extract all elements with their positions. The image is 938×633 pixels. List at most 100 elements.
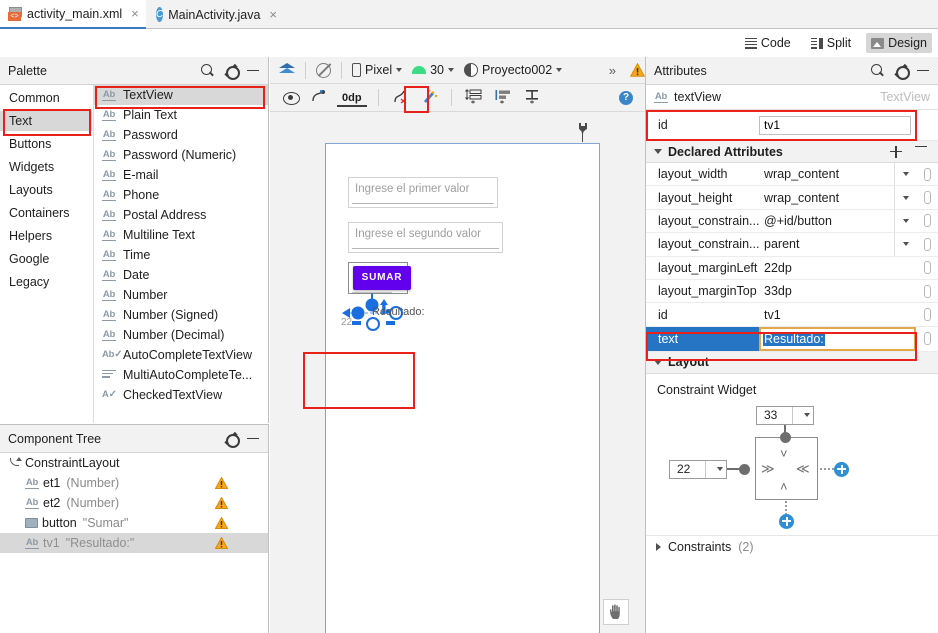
design-canvas[interactable]: Ingrese el primer valor Ingrese el segun… [270, 113, 645, 633]
attr-row-layout-constraint-2[interactable]: layout_constrain... parent [646, 233, 938, 257]
palette-category-containers[interactable]: Containers [0, 203, 92, 223]
minimize-icon[interactable] [247, 69, 259, 72]
palette-item-number[interactable]: Ab Number [94, 285, 268, 305]
add-bottom-constraint-button[interactable] [779, 513, 794, 529]
overflow-chevrons-icon[interactable]: » [609, 63, 620, 78]
attr-value[interactable]: @+id/button [759, 214, 894, 228]
gear-icon[interactable] [894, 64, 910, 80]
attr-value[interactable]: 33dp [759, 284, 916, 298]
device-selector[interactable]: Pixel [352, 63, 403, 77]
tree-node-constraintlayout[interactable]: ConstraintLayout [0, 453, 268, 473]
clear-constraints-icon[interactable] [311, 89, 326, 107]
close-icon[interactable]: × [131, 6, 139, 21]
palette-item-date[interactable]: Ab Date [94, 265, 268, 285]
palette-category-widgets[interactable]: Widgets [0, 157, 92, 177]
palette-category-layouts[interactable]: Layouts [0, 180, 92, 200]
device-preview[interactable]: Ingrese el primer valor Ingrese el segun… [325, 143, 600, 633]
chevron-down-icon[interactable] [894, 233, 916, 256]
palette-item-email[interactable]: Ab E-mail [94, 165, 268, 185]
declared-attributes-header[interactable]: Declared Attributes [646, 141, 938, 163]
resource-picker-icon[interactable] [916, 191, 938, 205]
guidelines-icon[interactable] [525, 89, 541, 107]
attr-row-layout-margintop[interactable]: layout_marginTop 33dp [646, 280, 938, 304]
palette-category-google[interactable]: Google [0, 249, 92, 269]
remove-attribute-icon[interactable] [915, 145, 927, 148]
edittext-et2[interactable]: Ingrese el segundo valor [348, 222, 503, 253]
resource-picker-icon[interactable] [916, 214, 938, 228]
resource-picker-icon[interactable] [916, 261, 938, 275]
chevron-down-icon[interactable] [894, 209, 916, 233]
add-right-constraint-button[interactable] [834, 461, 849, 477]
attr-value[interactable]: parent [759, 237, 894, 251]
constraints-section-header[interactable]: Constraints (2) [646, 534, 938, 559]
palette-item-postal-address[interactable]: Ab Postal Address [94, 205, 268, 225]
chevron-double-down-icon[interactable]: ˅ [780, 446, 788, 461]
palette-category-buttons[interactable]: Buttons [0, 134, 92, 154]
attr-value[interactable]: wrap_content [759, 167, 894, 181]
attr-row-layout-constraint-1[interactable]: layout_constrain... @+id/button [646, 209, 938, 234]
palette-item-password[interactable]: Ab Password [94, 125, 268, 145]
chevron-down-icon[interactable] [894, 186, 916, 209]
theme-selector[interactable]: Proyecto002 [464, 63, 563, 77]
attr-value-editing[interactable]: Resultado: [763, 331, 825, 346]
view-mode-design[interactable]: Design [866, 33, 932, 53]
add-attribute-icon[interactable] [890, 145, 902, 158]
default-margin-value[interactable]: 0dp [337, 92, 367, 107]
palette-item-multiautocompletetextview[interactable]: MultiAutoCompleteTe... [94, 365, 268, 385]
attr-value[interactable]: 22dp [759, 261, 916, 275]
search-icon[interactable] [871, 64, 884, 77]
margin-top-field[interactable]: 33 [756, 405, 814, 425]
palette-item-checkedtextview[interactable]: A✓ CheckedTextView [94, 385, 268, 405]
minimize-icon[interactable] [917, 69, 929, 72]
attr-row-layout-height[interactable]: layout_height wrap_content [646, 186, 938, 210]
view-mode-code[interactable]: Code [740, 33, 796, 53]
layout-section-header[interactable]: Layout [646, 351, 938, 374]
attr-value[interactable]: wrap_content [759, 191, 894, 205]
tab-activity-main-xml[interactable]: activity_main.xml × [0, 0, 146, 29]
view-options-icon[interactable] [283, 92, 300, 105]
tree-node-et2[interactable]: Ab et2 (Number) [0, 493, 268, 513]
no-blueprint-icon[interactable] [316, 62, 331, 78]
search-icon[interactable] [201, 64, 214, 77]
tree-node-button[interactable]: button "Sumar" [0, 513, 268, 533]
tab-mainactivity-java[interactable]: C MainActivity.java × [148, 0, 282, 29]
attr-row-id[interactable]: id tv1 [646, 303, 938, 327]
resource-picker-icon[interactable] [916, 167, 938, 181]
palette-item-number-signed[interactable]: Ab Number (Signed) [94, 305, 268, 325]
attr-value[interactable]: tv1 [759, 308, 916, 322]
palette-item-password-numeric[interactable]: Ab Password (Numeric) [94, 145, 268, 165]
margin-left-field[interactable]: 22 [669, 459, 727, 479]
chevron-down-icon[interactable] [705, 460, 726, 478]
pan-tool-button[interactable] [603, 599, 629, 625]
tree-node-tv1[interactable]: Ab tv1 "Resultado:" [0, 533, 268, 553]
top-anchor[interactable] [779, 431, 791, 443]
gear-icon[interactable] [224, 64, 240, 80]
minimize-icon[interactable] [247, 437, 259, 440]
palette-item-textview[interactable]: Ab TextView [94, 85, 268, 105]
palette-item-multiline-text[interactable]: Ab Multiline Text [94, 225, 268, 245]
wrench-icon[interactable] [577, 123, 589, 142]
infer-constraints-icon[interactable] [421, 89, 438, 106]
design-surface-icon[interactable] [279, 63, 295, 77]
attr-row-layout-width[interactable]: layout_width wrap_content [646, 163, 938, 187]
close-icon[interactable]: × [269, 7, 277, 22]
palette-item-autocompletetextview[interactable]: Ab✓ AutoCompleteTextView [94, 345, 268, 365]
gear-icon[interactable] [224, 432, 240, 448]
view-mode-split[interactable]: Split [806, 33, 856, 53]
warning-icon[interactable] [215, 497, 228, 509]
selected-textview[interactable]: Resultado: 22 [340, 291, 425, 331]
resource-picker-icon[interactable] [916, 308, 938, 322]
warning-icon[interactable] [215, 537, 228, 549]
attr-row-layout-marginleft[interactable]: layout_marginLeft 22dp [646, 257, 938, 280]
chevron-down-icon[interactable] [792, 406, 813, 424]
palette-item-time[interactable]: Ab Time [94, 245, 268, 265]
api-level-selector[interactable]: 30 [412, 63, 454, 77]
palette-item-number-decimal[interactable]: Ab Number (Decimal) [94, 325, 268, 345]
tree-node-et1[interactable]: Ab et1 (Number) [0, 473, 268, 493]
attr-row-text[interactable]: text Resultado: [646, 326, 938, 352]
chevrons-left-icon[interactable]: ≪ [796, 461, 810, 477]
edittext-et1[interactable]: Ingrese el primer valor [348, 177, 498, 208]
palette-category-legacy[interactable]: Legacy [0, 272, 92, 292]
clear-all-constraints-icon[interactable] [392, 89, 408, 107]
warning-icon[interactable] [629, 62, 646, 77]
